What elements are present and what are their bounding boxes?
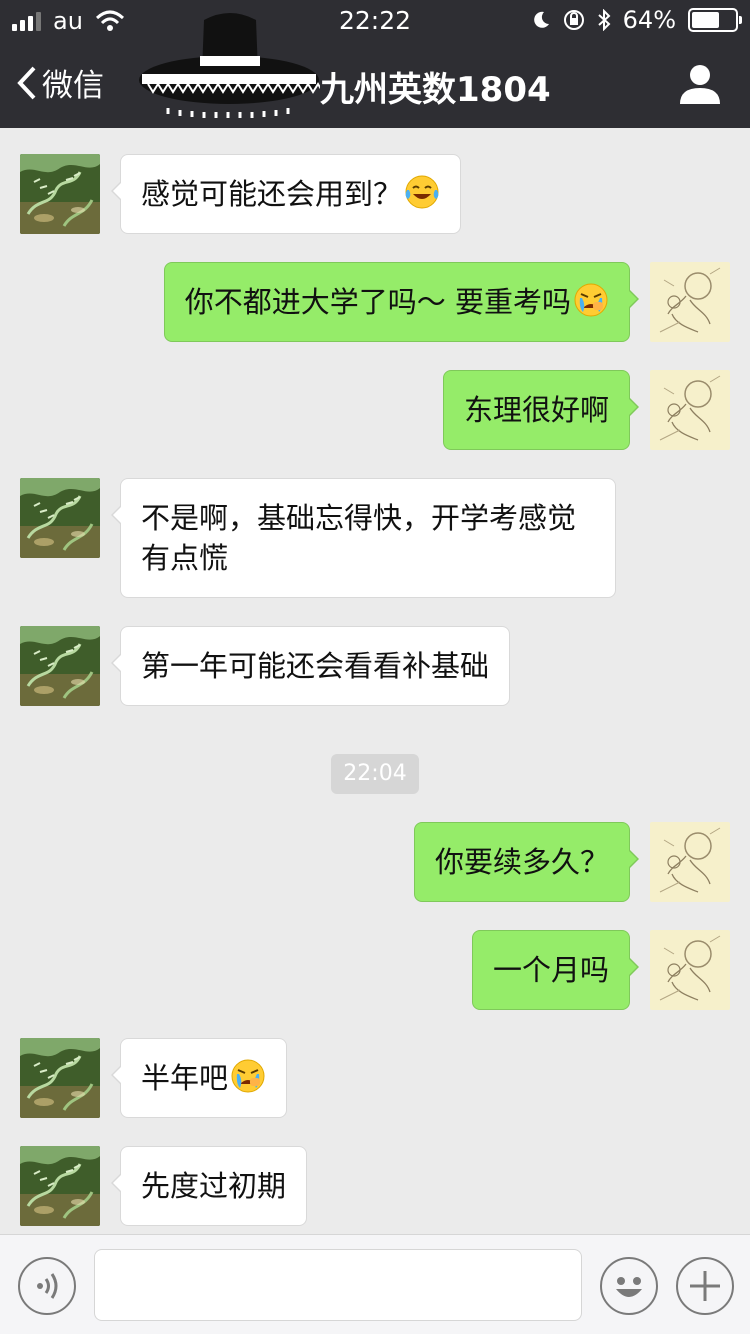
sombrero-icon	[139, 13, 320, 118]
input-bar	[0, 1234, 750, 1334]
message-text: 先度过初期	[141, 1169, 287, 1203]
message-bubble[interactable]: 先度过初期	[110, 1146, 308, 1226]
message-text: 感觉可能还会用到？	[141, 177, 403, 211]
back-button[interactable]: 微信	[16, 60, 104, 105]
status-bar: au 22:22 64%	[0, 0, 750, 40]
my-avatar[interactable]	[650, 822, 730, 902]
message-bubble[interactable]: 东理很好啊	[442, 370, 640, 450]
contact-avatar[interactable]	[20, 1038, 100, 1118]
voice-icon	[37, 1273, 58, 1299]
message-text: 你不都进大学了吗～ 要重考吗	[184, 285, 571, 319]
emoji-button[interactable]	[600, 1257, 658, 1315]
message-bubble[interactable]: 感觉可能还会用到？	[110, 154, 462, 234]
my-avatar[interactable]	[650, 262, 730, 342]
tears-of-joy-icon	[404, 174, 440, 210]
message-bubble[interactable]: 第一年可能还会看看补基础	[110, 626, 511, 706]
plus-icon	[690, 1271, 720, 1301]
message-bubble[interactable]: 一个月吗	[471, 930, 640, 1010]
contact-avatar[interactable]	[20, 478, 100, 558]
message-list[interactable]: 感觉可能还会用到？ 你不都进大学了吗～ 要重考吗 东理很好啊 不是啊，基础忘得快…	[0, 128, 750, 1234]
battery-icon	[688, 8, 742, 32]
contact-avatar[interactable]	[20, 1146, 100, 1226]
message-bubble[interactable]: 你不都进大学了吗～ 要重考吗	[163, 262, 640, 342]
message-text: 东理很好啊	[463, 393, 609, 427]
smiley-icon	[616, 1277, 642, 1297]
message-text: 第一年可能还会看看补基础	[141, 649, 490, 683]
timestamp-divider: 22:04	[331, 754, 419, 794]
message-bubble[interactable]: 半年吧	[110, 1038, 288, 1118]
person-icon[interactable]	[678, 62, 722, 106]
crying-icon	[573, 282, 609, 318]
chat-title: 九州英数1804	[320, 70, 551, 110]
back-label: 微信	[42, 68, 104, 104]
more-button[interactable]	[676, 1257, 734, 1315]
message-text-line: 不是啊，基础忘得快，开学考感觉	[141, 501, 577, 535]
my-avatar[interactable]	[650, 370, 730, 450]
contact-avatar[interactable]	[20, 626, 100, 706]
nav-bar: 微信 九州英数1804	[0, 13, 750, 128]
battery-percent: 64%	[622, 6, 676, 34]
message-bubble[interactable]: 不是啊，基础忘得快，开学考感觉 有点慌	[111, 478, 616, 598]
moon-icon	[533, 11, 549, 28]
message-text-line: 有点慌	[141, 541, 229, 575]
message-bubble[interactable]: 你要续多久？	[413, 822, 640, 902]
header: au 22:22 64% 微信 九州英数1804	[0, 0, 750, 128]
message-input[interactable]	[94, 1249, 582, 1321]
chevron-left-icon	[17, 66, 36, 99]
rotation-lock-icon	[563, 10, 584, 30]
bluetooth-icon	[597, 9, 611, 31]
crying-icon	[230, 1058, 266, 1094]
message-text: 一个月吗	[492, 953, 609, 987]
contact-avatar[interactable]	[20, 154, 100, 234]
message-text: 半年吧	[141, 1061, 229, 1095]
my-avatar[interactable]	[650, 930, 730, 1010]
voice-button[interactable]	[18, 1257, 76, 1315]
message-text: 你要续多久？	[434, 845, 609, 879]
